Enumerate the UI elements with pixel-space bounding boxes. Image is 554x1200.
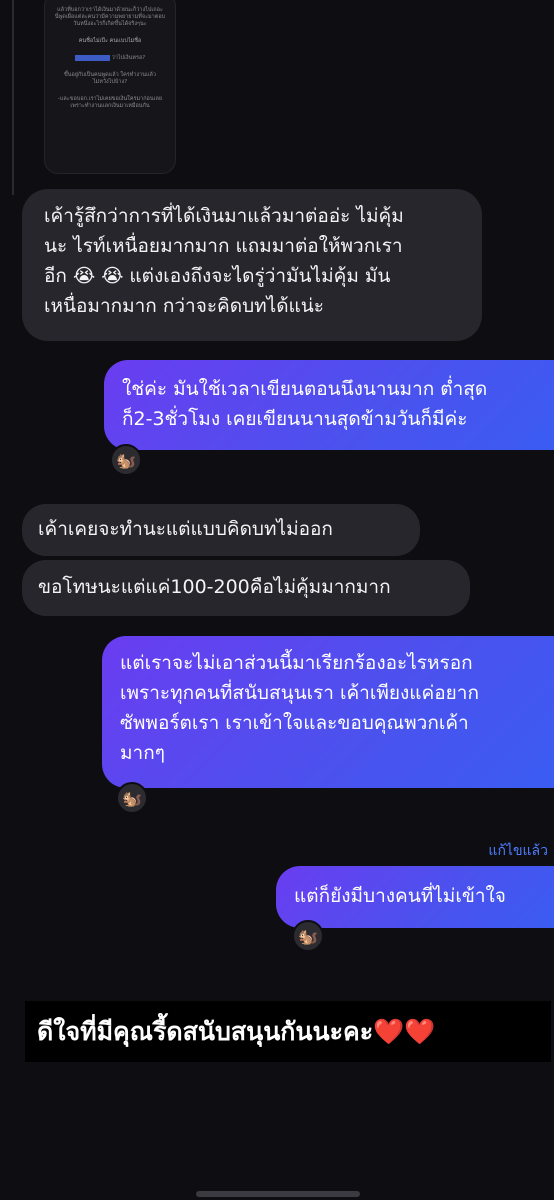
message-bubble-outgoing[interactable]: แต่เราจะไม่เอาส่วนนี้มาเรียกร้องอะไรหรอก… [102,636,554,788]
reaction-avatar[interactable]: 🐿️ [116,782,148,814]
edited-label: แก้ไขแล้ว [488,843,548,859]
message-bubble-outgoing[interactable]: ใช่ค่ะ มันใช้เวลาเขียนตอนนึงนานมาก ต่ำสุ… [104,360,554,450]
preview-text-4: ขึ้นอยู่กับเป็นคนพูดแล้ว ใครทำงานแล้ว ไม… [64,72,156,85]
story-caption: ดีใจที่มีคุณรี้ดสนับสนุนกันนะคะ❤️❤️ [25,1001,551,1062]
home-indicator[interactable] [196,1191,360,1197]
preview-text-3: xxxxxxx ว่าไปเงินหรอ? [53,55,167,62]
message-bubble-incoming[interactable]: เค้าเคยจะทำนะแต่แบบคิดบทไม่ออก [22,504,420,556]
squirrel-icon: 🐿️ [122,788,142,808]
preview-text-1: แล้วที่บอกว่าเราได้เงินมาด้วยนะก็ว่างไปเ… [54,7,166,27]
redacted-name: xxxxxxx [74,55,110,61]
preview-text-5: -และขอบอก.เราไม่เคยขอเงินใครมาก่อนเลย เพ… [57,96,163,109]
message-bubble-incoming[interactable]: ขอโทษนะแต่แค่100-200คือไม่คุ้มมากมาก [22,560,470,616]
preview-text-2: คนชื่อไม่เป๊ะ คนเเบบไม่ชื่อ [78,38,142,44]
thread-line [12,0,14,195]
reaction-avatar[interactable]: 🐿️ [292,920,324,952]
reaction-avatar[interactable]: 🐿️ [110,444,142,476]
squirrel-icon: 🐿️ [298,926,318,946]
squirrel-icon: 🐿️ [116,450,136,470]
shared-image-thumbnail[interactable]: แล้วที่บอกว่าเราได้เงินมาด้วยนะก็ว่างไปเ… [44,0,176,174]
message-bubble-incoming[interactable]: เค้ารู้สึกว่าการที่ได้เงินมาแล้วมาต่ออ่ะ… [22,189,482,341]
message-bubble-outgoing[interactable]: แต่ก็ยังมีบางคนที่ไม่เข้าใจ [276,866,554,928]
